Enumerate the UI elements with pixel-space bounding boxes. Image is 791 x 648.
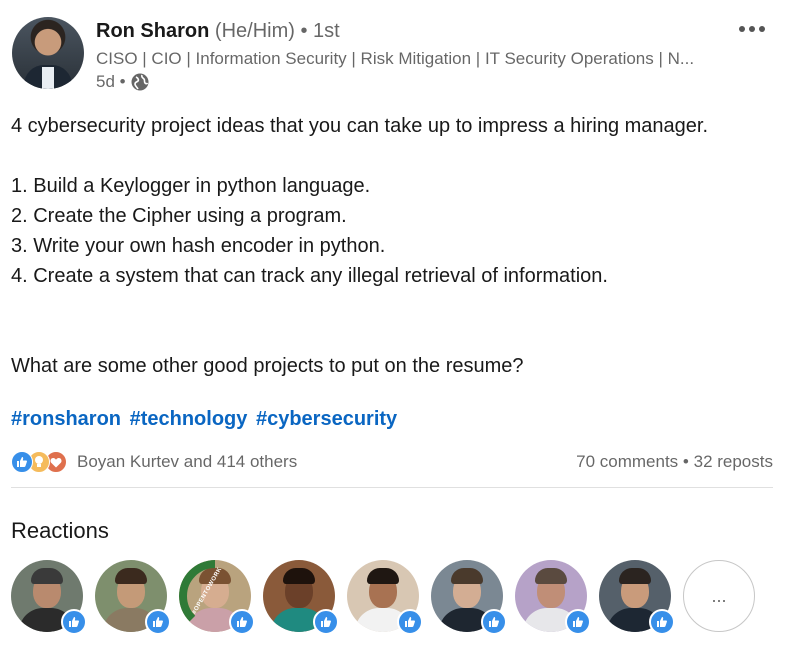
like-icon — [397, 609, 423, 635]
post-line — [11, 321, 781, 351]
post-meta: 5d • — [96, 72, 150, 92]
post-line: 4 cybersecurity project ideas that you c… — [11, 115, 709, 137]
divider — [11, 487, 773, 488]
like-icon — [229, 609, 255, 635]
social-counts-bar: Boyan Kurtev and 414 others 70 comments … — [11, 450, 773, 474]
post-line: 1. Build a Keylogger in python language. — [11, 175, 371, 197]
reposts-count-link[interactable]: 32 reposts — [694, 452, 773, 471]
reaction-icons[interactable] — [11, 451, 73, 473]
like-icon — [481, 609, 507, 635]
like-icon — [313, 609, 339, 635]
post-line: 2. Create the Cipher using a program. — [11, 205, 347, 227]
engagement-counts: 70 comments • 32 reposts — [576, 452, 773, 472]
comments-count-link[interactable]: 70 comments — [576, 452, 678, 471]
post-line: What are some other good projects to put… — [11, 355, 524, 377]
hashtag-link[interactable]: #cybersecurity — [256, 408, 397, 430]
globe-icon — [131, 73, 149, 91]
post-line — [11, 291, 781, 321]
reactors-row: ... #OPENTOWORK — [11, 560, 771, 635]
post-line: 3. Write your own hash encoder in python… — [11, 235, 386, 257]
author-pronouns: (He/Him) — [214, 20, 295, 42]
more-options-button[interactable] — [732, 17, 772, 41]
post-body: 4 cybersecurity project ideas that you c… — [11, 111, 781, 381]
post-header: Ron Sharon (He/Him) • 1st CISO | CIO | I… — [12, 15, 782, 95]
more-options-icon — [739, 26, 745, 32]
hashtags: #ronsharon #technology #cybersecurity — [11, 408, 400, 431]
post-line: 4. Create a system that can track any il… — [11, 265, 608, 287]
post-time: 5d • — [96, 72, 126, 91]
like-icon — [61, 609, 87, 635]
counts-separator: • — [682, 452, 689, 471]
reactions-heading: Reactions — [11, 518, 109, 543]
reactors-summary-link[interactable]: Boyan Kurtev and 414 others — [77, 452, 297, 472]
post-line — [11, 141, 781, 171]
author-headline: CISO | CIO | Information Security | Risk… — [96, 49, 695, 68]
author-avatar[interactable] — [12, 17, 84, 89]
hashtag-link[interactable]: #ronsharon — [11, 408, 121, 430]
like-icon — [649, 609, 675, 635]
like-icon — [565, 609, 591, 635]
hashtag-link[interactable]: #technology — [130, 408, 248, 430]
author-name-line[interactable]: Ron Sharon (He/Him) • 1st — [96, 20, 340, 43]
author-name[interactable]: Ron Sharon — [96, 20, 209, 42]
more-reactors-button[interactable]: ... — [683, 560, 755, 632]
like-icon — [11, 451, 33, 473]
connection-degree: • 1st — [300, 20, 340, 42]
like-icon — [145, 609, 171, 635]
